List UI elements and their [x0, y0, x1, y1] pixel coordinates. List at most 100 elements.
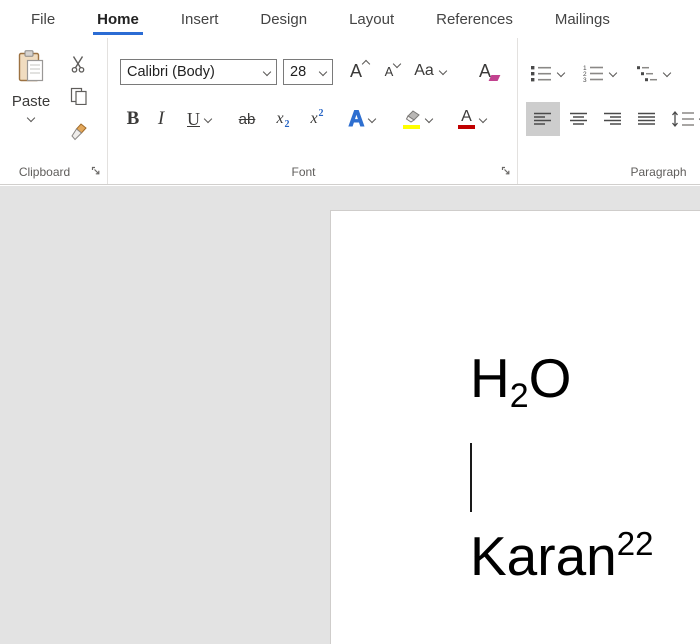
- justify-icon: [638, 112, 655, 125]
- font-dialog-launcher-icon[interactable]: [501, 166, 512, 177]
- document-line-h2o[interactable]: H2O: [470, 351, 571, 414]
- multilevel-chevron-icon[interactable]: [662, 68, 672, 78]
- document-page[interactable]: H2O Karan22: [330, 210, 700, 644]
- shrink-font-button[interactable]: A: [375, 56, 403, 86]
- text-effects-chevron-icon[interactable]: [368, 114, 377, 124]
- tab-layout[interactable]: Layout: [328, 0, 415, 38]
- multilevel-list-icon: [637, 66, 657, 82]
- clipboard-icon: [18, 50, 44, 82]
- font-size-dropdown-chevron-icon[interactable]: [318, 67, 328, 77]
- karan-superscript: 22: [616, 525, 654, 562]
- document-line-karan[interactable]: Karan22: [470, 527, 653, 584]
- bullets-chevron-icon[interactable]: [556, 68, 566, 78]
- shrink-font-glyph: A: [384, 63, 394, 79]
- paragraph-group-label: Paragraph: [630, 165, 687, 179]
- ribbon-tab-bar: File Home Insert Design Layout Reference…: [0, 0, 700, 38]
- tab-mailings[interactable]: Mailings: [534, 0, 631, 38]
- text-cursor: [470, 443, 472, 512]
- superscript-2-glyph: 2: [318, 108, 324, 119]
- subscript-button[interactable]: x 2: [268, 102, 298, 136]
- numbering-chevron-icon[interactable]: [608, 68, 618, 78]
- line-spacing-icon: [671, 110, 694, 128]
- font-name-dropdown-chevron-icon[interactable]: [262, 67, 272, 77]
- paintbrush-icon: [71, 123, 87, 141]
- underline-button[interactable]: U: [176, 102, 222, 136]
- font-color-button[interactable]: A: [448, 102, 496, 136]
- tab-insert[interactable]: Insert: [160, 0, 240, 38]
- align-right-icon: [604, 112, 621, 125]
- font-group: Calibri (Body) 28 A A Aa A B I U ab x 2 …: [108, 38, 518, 184]
- align-left-button[interactable]: [526, 102, 560, 136]
- copy-button[interactable]: [62, 82, 96, 110]
- bold-glyph: B: [126, 108, 140, 129]
- eraser-icon: [488, 75, 501, 81]
- numbering-button[interactable]: 1 2 3: [582, 58, 618, 88]
- bold-button[interactable]: B: [120, 102, 146, 136]
- font-color-chevron-icon[interactable]: [478, 114, 488, 124]
- text-effects-button[interactable]: A: [338, 102, 386, 136]
- italic-button[interactable]: I: [150, 102, 172, 136]
- grow-font-caret-icon: [361, 59, 371, 69]
- align-center-button[interactable]: [562, 102, 596, 136]
- paste-dropdown-chevron-icon[interactable]: [26, 113, 36, 123]
- line-spacing-button[interactable]: [666, 102, 700, 136]
- strikethrough-button[interactable]: ab: [230, 102, 264, 136]
- word-window: File Home Insert Design Layout Reference…: [0, 0, 700, 644]
- change-case-glyph: Aa: [414, 62, 434, 79]
- tab-file[interactable]: File: [10, 0, 76, 38]
- grow-font-button[interactable]: A: [339, 56, 373, 86]
- h2o-tail: O: [528, 347, 572, 409]
- change-case-chevron-icon[interactable]: [438, 66, 448, 76]
- highlighter-pen-icon: [405, 109, 420, 123]
- highlight-chevron-icon[interactable]: [424, 114, 433, 124]
- justify-button[interactable]: [630, 102, 664, 136]
- change-case-button[interactable]: Aa: [407, 56, 453, 86]
- superscript-button[interactable]: x 2: [302, 102, 332, 136]
- font-color-icon: A: [458, 107, 475, 129]
- font-size-combobox[interactable]: 28: [283, 59, 333, 85]
- align-center-icon: [570, 112, 587, 125]
- tab-references[interactable]: References: [415, 0, 534, 38]
- font-color-glyph: A: [461, 107, 472, 125]
- document-area[interactable]: H2O Karan22: [0, 186, 700, 644]
- numbered-list-icon: 1 2 3: [583, 65, 603, 82]
- scissors-icon: [71, 56, 85, 73]
- paste-button[interactable]: Paste: [4, 46, 58, 150]
- font-group-label: Font: [291, 165, 316, 179]
- strikethrough-glyph: ab: [238, 110, 256, 128]
- shrink-font-caret-icon: [392, 59, 402, 69]
- align-right-button[interactable]: [596, 102, 630, 136]
- subscript-2-glyph: 2: [284, 119, 290, 130]
- underline-glyph: U: [187, 108, 200, 129]
- font-name-combobox[interactable]: Calibri (Body): [120, 59, 277, 85]
- h2o-subscript: 2: [509, 377, 529, 415]
- multilevel-list-button[interactable]: [636, 58, 672, 88]
- underline-chevron-icon[interactable]: [203, 114, 213, 124]
- paste-label: Paste: [11, 93, 51, 110]
- grow-font-glyph: A: [349, 60, 362, 81]
- text-highlight-color-button[interactable]: [392, 102, 442, 136]
- clipboard-group: Paste Clipboard: [0, 38, 108, 184]
- cut-button[interactable]: [62, 50, 96, 78]
- clipboard-group-label: Clipboard: [18, 165, 71, 179]
- copy-pages-icon: [70, 87, 87, 105]
- subscript-x-glyph: x: [276, 110, 284, 127]
- bullets-button[interactable]: [530, 58, 566, 88]
- tab-design[interactable]: Design: [239, 0, 328, 38]
- italic-glyph: I: [157, 108, 165, 129]
- highlight-color-bar: [403, 124, 420, 129]
- font-name-value: Calibri (Body): [127, 64, 215, 80]
- h2o-base: H: [470, 347, 510, 409]
- superscript-x-glyph: x: [310, 110, 318, 127]
- clear-formatting-button[interactable]: A: [466, 56, 504, 86]
- clipboard-dialog-launcher-icon[interactable]: [91, 166, 102, 177]
- text-effects-glyph: A: [348, 106, 365, 132]
- font-color-bar: [458, 124, 475, 129]
- tab-home[interactable]: Home: [76, 0, 160, 38]
- highlighter-icon: [403, 109, 421, 129]
- align-left-icon: [534, 112, 551, 125]
- font-size-value: 28: [290, 64, 307, 80]
- karan-base: Karan: [470, 525, 617, 587]
- bullet-list-icon: [531, 66, 551, 82]
- format-painter-button[interactable]: [62, 118, 96, 146]
